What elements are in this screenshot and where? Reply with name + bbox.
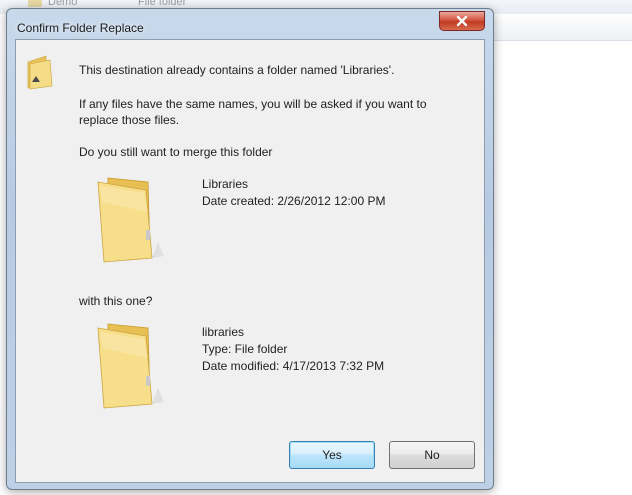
close-icon — [456, 15, 468, 27]
message-same-names: If any files have the same names, you wi… — [79, 97, 427, 127]
no-button[interactable]: No — [389, 441, 475, 469]
background-item-type: File folder — [138, 0, 187, 8]
folder-icon — [28, 0, 42, 8]
source-folder-name: Libraries — [202, 177, 249, 191]
source-folder-info: Libraries Date created: 2/26/2012 12:00 … — [202, 176, 385, 210]
destination-folder-type: Type: File folder — [202, 342, 288, 356]
with-this-one-label: with this one? — [79, 294, 153, 308]
close-button[interactable] — [439, 11, 485, 31]
folder-icon[interactable] — [94, 318, 166, 410]
source-folder-date-created: Date created: 2/26/2012 12:00 PM — [202, 194, 386, 208]
message-merge-question: Do you still want to merge this folder — [79, 145, 273, 159]
title-bar[interactable]: Confirm Folder Replace — [7, 9, 493, 39]
folder-icon[interactable] — [94, 172, 166, 264]
background-item-name: Demo — [48, 0, 78, 8]
destination-folder-name: libraries — [202, 325, 245, 339]
confirm-folder-replace-dialog: Confirm Folder Replace This destination … — [6, 8, 494, 490]
message-destination-exists: This destination already contains a fold… — [79, 63, 395, 77]
destination-folder-date-modified: Date modified: 4/17/2013 7:32 PM — [202, 359, 385, 373]
background-column-header — [490, 14, 632, 41]
dialog-content: This destination already contains a fold… — [15, 39, 485, 483]
destination-folder-info: libraries Type: File folder Date modifie… — [202, 324, 384, 375]
dialog-title: Confirm Folder Replace — [17, 21, 144, 35]
yes-button[interactable]: Yes — [289, 441, 375, 469]
folder-icon — [27, 55, 53, 90]
